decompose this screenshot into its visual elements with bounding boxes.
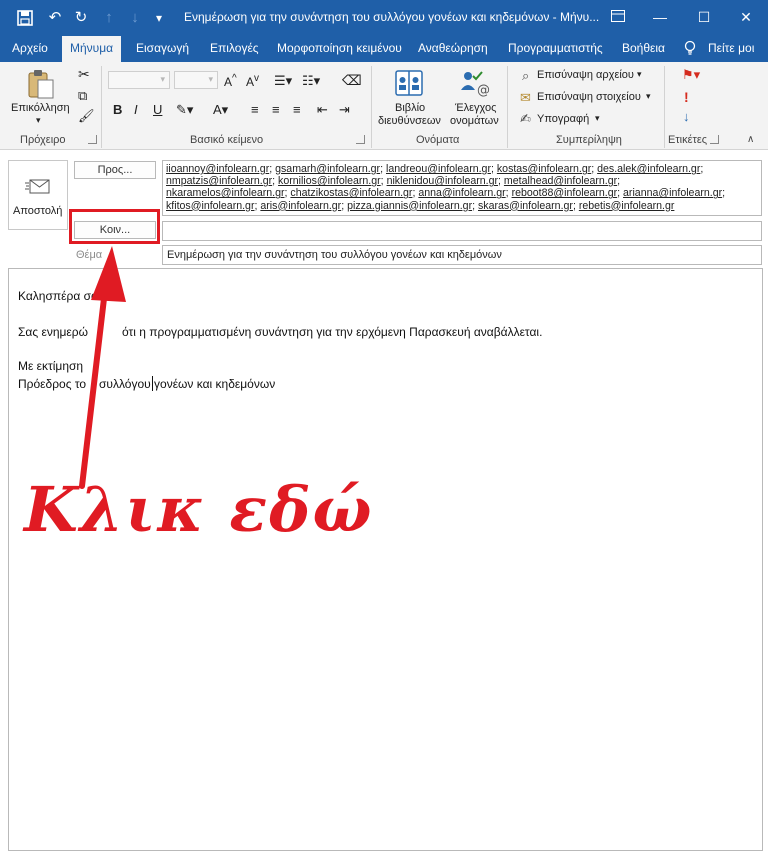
annotation-arrow	[79, 246, 126, 489]
annotation-arrow-shaft	[79, 287, 108, 489]
annotation-arrow-head	[91, 246, 126, 302]
annotation-text: Κλικ εδώ	[24, 473, 374, 546]
